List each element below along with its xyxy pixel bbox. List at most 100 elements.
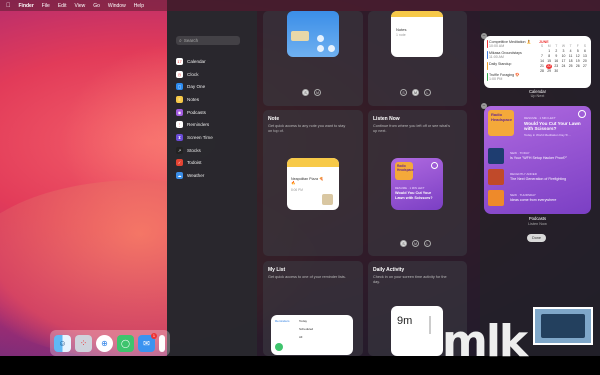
widget-app-reminders[interactable]: ⋮ Reminders bbox=[176, 118, 256, 131]
mail-badge: 1 bbox=[151, 332, 157, 339]
calendar-icon: 17 bbox=[176, 57, 183, 65]
messages-icon[interactable]: ◯ bbox=[117, 334, 134, 352]
event-color-bar bbox=[487, 51, 489, 59]
calendar-day[interactable]: 30 bbox=[553, 69, 559, 74]
menu-file[interactable]: File bbox=[42, 3, 50, 9]
menu-app-name[interactable]: Finder bbox=[19, 3, 34, 9]
podcast-widget-preview[interactable]: Radio Headspace RESUME · 1 MIN LEFT Woul… bbox=[391, 158, 443, 210]
reminder-item: All bbox=[299, 335, 303, 339]
widget-app-podcasts[interactable]: ◉ Podcasts bbox=[176, 106, 256, 119]
reminder-item: Scheduled bbox=[299, 327, 314, 331]
podcast-row[interactable]: NEW · THURSDAY Ideas come from everywher… bbox=[488, 190, 588, 208]
event-color-bar bbox=[487, 62, 489, 70]
podcast-episode: Would You Cut Your Lawn with Scissors? bbox=[395, 191, 433, 200]
calendar-day[interactable] bbox=[582, 69, 588, 74]
finder-icon[interactable]: ☺ bbox=[54, 334, 71, 352]
calendar-widget[interactable]: JUNE S M T W T F S 1 2 3 4 5 6 7 8 9 10 11 12 13 14 15 16 17 18 1… bbox=[484, 36, 591, 88]
widget-app-weather[interactable]: ☁ Weather bbox=[176, 169, 256, 182]
menu-help[interactable]: Help bbox=[134, 3, 144, 9]
size-large[interactable]: L bbox=[424, 89, 431, 96]
size-medium[interactable]: M bbox=[412, 89, 419, 96]
widget-app-label: Clock bbox=[187, 71, 199, 77]
launchpad-icon[interactable]: ⁘ bbox=[75, 334, 92, 352]
widget-app-day-one[interactable]: ◻ Day One bbox=[176, 80, 256, 93]
size-small[interactable]: S bbox=[302, 89, 309, 96]
menu-edit[interactable]: Edit bbox=[58, 3, 67, 9]
panel-title: Listen Now bbox=[373, 116, 400, 122]
calendar-day[interactable] bbox=[575, 69, 581, 74]
safari-icon[interactable]: ⊕ bbox=[96, 334, 113, 352]
podcast-row-title: Is Your "WFH Setup Hacker Proof?" bbox=[510, 156, 568, 160]
widget-app-label: Stocks bbox=[187, 147, 201, 153]
calendar-month-grid: JUNE S M T W T F S 1 2 3 4 5 6 7 8 9 10 11 12 13 14 15 16 17 18 1… bbox=[539, 40, 588, 74]
size-small[interactable]: S bbox=[400, 240, 407, 247]
event-color-bar bbox=[487, 73, 489, 81]
reminder-item: Today bbox=[299, 319, 308, 323]
podcasts-widget[interactable]: Radio Headspace RESUME · 1 MIN LEFT Woul… bbox=[484, 106, 591, 214]
widget-app-label: Notes bbox=[187, 96, 200, 102]
note-card-thumbnail bbox=[322, 194, 333, 205]
calendar-day[interactable]: 28 bbox=[539, 69, 545, 74]
notes-widget-preview[interactable]: Notes 1 note bbox=[391, 11, 443, 57]
size-small[interactable]: S bbox=[400, 89, 407, 96]
calendar-subcaption: Up Next bbox=[530, 94, 545, 98]
reminders-icon: ⋮ bbox=[176, 121, 183, 129]
widget-app-notes[interactable]: ≡ Notes bbox=[176, 93, 256, 106]
podcast-row-tag: RECENTLY ADDED bbox=[510, 172, 537, 176]
calendar-day[interactable] bbox=[568, 69, 574, 74]
widget-app-screen-time[interactable]: ⧗ Screen Time bbox=[176, 131, 256, 144]
weather-widget-preview[interactable] bbox=[287, 11, 339, 57]
screen-time-widget-preview[interactable]: 9m bbox=[391, 306, 443, 356]
menu-view[interactable]: View bbox=[74, 3, 85, 9]
apple-menu-icon[interactable]:  bbox=[6, 3, 11, 9]
size-large[interactable]: L bbox=[424, 240, 431, 247]
watermark-logo: mlk bbox=[442, 316, 528, 367]
clock-icon: ◷ bbox=[176, 70, 183, 78]
calendar-event-title[interactable]: Daily Standup bbox=[489, 62, 511, 66]
reminders-widget-preview[interactable]: Reminders Today Scheduled All bbox=[271, 315, 353, 355]
mail-icon[interactable]: ✉ 1 bbox=[138, 332, 157, 352]
podcast-tag: RESUME · 1 MIN LEFT bbox=[395, 186, 425, 190]
podcast-row[interactable]: NEW · TODAY Is Your "WFH Setup Hacker Pr… bbox=[488, 148, 588, 166]
panel-description: Check in on your screen time activity fo… bbox=[373, 275, 447, 284]
note-widget-preview[interactable]: Neapolitan Pizza 🍕🔥 8:06 PM bbox=[287, 158, 339, 210]
widget-app-calendar[interactable]: 17 Calendar bbox=[176, 55, 256, 68]
search-input[interactable]: ⌕ Search bbox=[176, 36, 240, 45]
stocks-icon: ↗ bbox=[176, 146, 183, 154]
podcast-row-art bbox=[488, 190, 504, 206]
widget-app-clock[interactable]: ◷ Clock bbox=[176, 68, 256, 81]
podcasts-caption: Podcasts bbox=[528, 216, 547, 221]
widget-app-label: Reminders bbox=[187, 122, 210, 128]
calendar-day[interactable]: 29 bbox=[546, 69, 552, 74]
menu-go[interactable]: Go bbox=[93, 3, 100, 9]
widget-app-todoist[interactable]: ✓ Todoist bbox=[176, 157, 256, 170]
remove-widget-icon[interactable]: − bbox=[481, 103, 487, 109]
remove-widget-icon[interactable]: − bbox=[481, 33, 487, 39]
screen-time-icon: ⧗ bbox=[176, 133, 183, 141]
size-picker-top-right: S M L bbox=[400, 89, 431, 96]
note-card-time: 8:06 PM bbox=[291, 188, 303, 192]
reminders-icon bbox=[275, 343, 283, 351]
widget-app-stocks[interactable]: ↗ Stocks bbox=[176, 144, 256, 157]
search-placeholder: Search bbox=[183, 38, 199, 43]
size-medium[interactable]: M bbox=[314, 89, 321, 96]
calendar-week-row: 28 29 30 bbox=[539, 69, 588, 74]
podcasts-icon bbox=[431, 162, 438, 169]
screen-time-bar bbox=[429, 316, 431, 334]
photos-icon[interactable] bbox=[159, 334, 165, 352]
podcast-row-art bbox=[488, 169, 504, 185]
podcast-artwork: Radio Headspace bbox=[488, 110, 514, 136]
podcast-episode: Would You Cut Your Lawn with Scissors? bbox=[524, 121, 581, 132]
calendar-day[interactable] bbox=[560, 69, 566, 74]
podcast-row-art bbox=[488, 148, 504, 164]
done-button[interactable]: Done bbox=[527, 234, 546, 242]
podcast-row-title: Ideas come from everywhere bbox=[510, 198, 557, 202]
podcast-row-title: The Next Generation of Firefighting bbox=[510, 177, 567, 181]
menu-window[interactable]: Window bbox=[108, 3, 126, 9]
calendar-event-time: 10:00 AM bbox=[489, 44, 505, 48]
size-medium[interactable]: M bbox=[412, 240, 419, 247]
podcast-row[interactable]: RECENTLY ADDED The Next Generation of Fi… bbox=[488, 169, 588, 187]
widget-app-label: Day One bbox=[187, 84, 206, 90]
panel-title: My List bbox=[268, 267, 286, 273]
podcast-tag: RESUME · 1 MIN LEFT bbox=[524, 116, 556, 120]
